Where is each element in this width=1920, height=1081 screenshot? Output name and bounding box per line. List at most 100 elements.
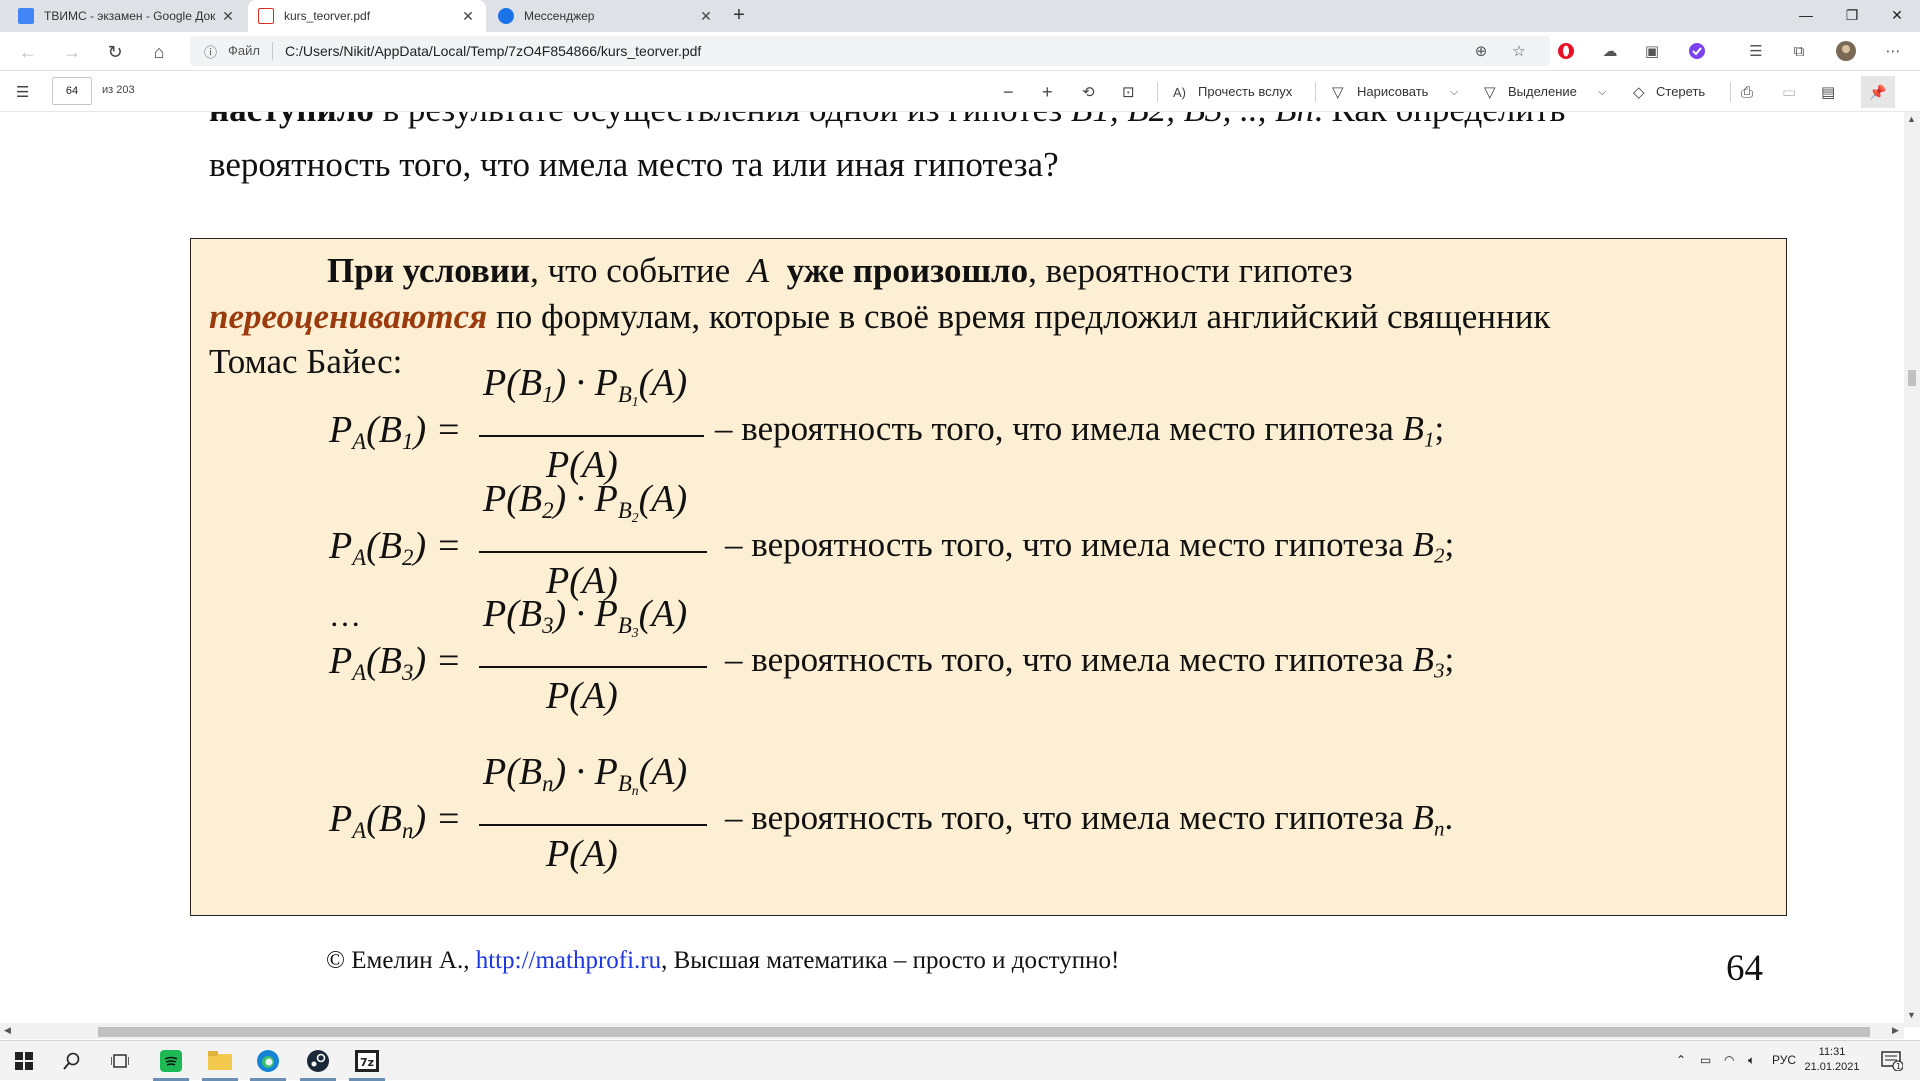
spotify-icon[interactable]	[147, 1041, 195, 1081]
task-view-icon[interactable]	[96, 1041, 144, 1081]
tab-google-docs[interactable]: ТВИМС - экзамен - Google Док ✕	[8, 0, 246, 32]
theorem-line: При условии, что событие A уже произошло…	[327, 251, 1353, 291]
formula-numerator: P(B3) · PB3(A)	[483, 593, 688, 640]
scroll-down-icon[interactable]: ▼	[1907, 1010, 1916, 1020]
refresh-button[interactable]: ↻	[101, 39, 129, 65]
paragraph-line: вероятность того, что имела место та или…	[209, 145, 1059, 184]
battery-icon[interactable]: ▭	[1700, 1053, 1711, 1067]
chevron-down-icon[interactable]: ⌵	[1450, 81, 1458, 103]
caption-end: ;	[1434, 409, 1445, 448]
cube-extension-icon[interactable]: ▣	[1641, 40, 1663, 62]
formula-caption: – вероятность того, что имела место гипо…	[725, 798, 1453, 841]
zoom-icon[interactable]: ⊕	[1470, 40, 1492, 62]
tab-messenger[interactable]: Мессенджер ✕	[488, 0, 724, 32]
chevron-down-icon[interactable]: ⌵	[1598, 81, 1606, 103]
info-icon[interactable]: ⓘ	[204, 42, 217, 61]
formula-denominator: P(A)	[546, 675, 618, 717]
highlight-button[interactable]: Выделение	[1508, 84, 1577, 99]
page-number-input[interactable]: 64	[52, 77, 92, 105]
taskbar: 7z ⌃ ▭ ◠ 🔈︎ РУС 11:31 21.01.2021 1	[0, 1040, 1920, 1081]
contents-icon[interactable]: ☰	[16, 81, 29, 103]
back-button[interactable]: ←	[14, 39, 42, 65]
url-field[interactable]: ⓘ Файл C:/Users/Nikit/AppData/Local/Temp…	[190, 36, 1550, 66]
print-icon[interactable]: ⎙	[1741, 81, 1753, 103]
7zip-icon[interactable]: 7z	[343, 1041, 391, 1081]
read-aloud-icon[interactable]: A)	[1173, 81, 1186, 103]
event-variable: A	[747, 251, 770, 290]
language-indicator[interactable]: РУС	[1772, 1053, 1796, 1067]
messenger-icon	[498, 8, 514, 24]
draw-icon[interactable]: ▽	[1332, 81, 1344, 103]
formula-caption: – вероятность того, что имела место гипо…	[725, 525, 1454, 568]
restore-button[interactable]: ❐	[1829, 0, 1875, 32]
fraction-bar	[479, 666, 707, 668]
more-menu-icon[interactable]: ⋯	[1882, 40, 1904, 62]
paragraph-text: Как определить	[1332, 112, 1566, 129]
rotate-icon[interactable]: ⟲	[1082, 81, 1095, 103]
theorem-line: переоцениваются по формулам, которые в с…	[209, 297, 1550, 337]
volume-icon[interactable]: 🔈︎	[1748, 1053, 1755, 1068]
window-close-button[interactable]: ✕	[1874, 0, 1920, 32]
fit-page-icon[interactable]: ⊡	[1122, 81, 1135, 103]
bold-word: наступило	[209, 112, 374, 129]
tab-pdf[interactable]: kurs_teorver.pdf ✕	[248, 0, 486, 32]
tab-title: kurs_teorver.pdf	[284, 9, 371, 23]
avatar[interactable]	[1835, 40, 1857, 62]
highlight-icon[interactable]: ▽	[1484, 81, 1496, 103]
new-tab-button[interactable]: +	[727, 4, 751, 28]
horizontal-scrollbar[interactable]: ◀ ▶	[0, 1023, 1904, 1039]
fraction-bar	[479, 824, 707, 826]
vertical-scrollbar[interactable]: ▲ ▼	[1904, 112, 1920, 1027]
close-icon[interactable]: ✕	[220, 8, 236, 25]
collections-icon[interactable]: ⧉	[1788, 40, 1810, 62]
text: по формулам, которые в своё время предло…	[495, 297, 1551, 336]
notification-count: 1	[1896, 1062, 1901, 1071]
forward-button[interactable]: →	[58, 39, 86, 65]
fraction-bar	[479, 435, 704, 437]
search-icon[interactable]	[48, 1041, 96, 1081]
favorite-star-icon[interactable]: ☆	[1508, 40, 1530, 62]
zoom-out-icon[interactable]: −	[1003, 81, 1014, 103]
pdf-toolbar: ☰ 64 из 203 − + ⟲ ⊡ A) Прочесть вслух ▽ …	[0, 72, 1920, 112]
formula-lhs: PA(B2) =	[329, 525, 462, 570]
footer-link[interactable]: http://mathprofi.ru	[476, 947, 661, 974]
read-aloud-button[interactable]: Прочесть вслух	[1198, 84, 1292, 99]
home-button[interactable]: ⌂	[145, 39, 173, 65]
scroll-thumb[interactable]	[98, 1027, 1870, 1037]
erase-button[interactable]: Стереть	[1656, 84, 1705, 99]
eraser-icon[interactable]: ◇	[1633, 81, 1645, 103]
start-button[interactable]	[0, 1041, 48, 1081]
hypothesis-label: Bn	[1412, 798, 1445, 841]
formula-caption: – вероятность того, что имела место гипо…	[715, 409, 1444, 452]
scroll-up-icon[interactable]: ▲	[1907, 114, 1916, 124]
minimize-button[interactable]: —	[1783, 0, 1829, 32]
edge-icon[interactable]	[244, 1041, 292, 1081]
clock[interactable]: 11:31 21.01.2021	[1800, 1045, 1864, 1075]
divider	[1315, 82, 1316, 102]
scroll-right-icon[interactable]: ▶	[1892, 1025, 1899, 1036]
close-icon[interactable]: ✕	[698, 8, 714, 25]
purple-extension-icon[interactable]	[1686, 40, 1708, 62]
draw-button[interactable]: Нарисовать	[1357, 84, 1428, 99]
hypothesis-label: B2	[1412, 525, 1445, 568]
notifications-icon[interactable]: 1	[1872, 1041, 1912, 1081]
scroll-left-icon[interactable]: ◀	[4, 1025, 11, 1036]
cloud-extension-icon[interactable]: ☁	[1599, 40, 1621, 62]
opera-extension-icon[interactable]	[1555, 40, 1577, 62]
scroll-thumb[interactable]	[1908, 370, 1916, 386]
formula-lhs: PA(B3) =	[329, 640, 462, 685]
url-text[interactable]: C:/Users/Nikit/AppData/Local/Temp/7zO4F8…	[285, 43, 701, 59]
save-icon[interactable]: ▭	[1782, 81, 1796, 103]
favorites-icon[interactable]: ☰	[1745, 40, 1767, 62]
formula-numerator: P(B1) · PB1(A)	[483, 362, 688, 409]
steam-icon[interactable]	[294, 1041, 342, 1081]
zoom-in-icon[interactable]: +	[1042, 81, 1053, 103]
save-as-icon[interactable]: ▤	[1821, 81, 1835, 103]
chevron-up-icon[interactable]: ⌃	[1676, 1053, 1686, 1067]
tab-strip: ТВИМС - экзамен - Google Док ✕ kurs_teor…	[0, 0, 1920, 32]
highlighted-word: переоцениваются	[209, 297, 488, 336]
pin-toolbar-icon[interactable]: 📌	[1861, 76, 1895, 108]
close-icon[interactable]: ✕	[460, 8, 476, 25]
wifi-icon[interactable]: ◠	[1724, 1053, 1734, 1067]
file-explorer-icon[interactable]	[196, 1041, 244, 1081]
